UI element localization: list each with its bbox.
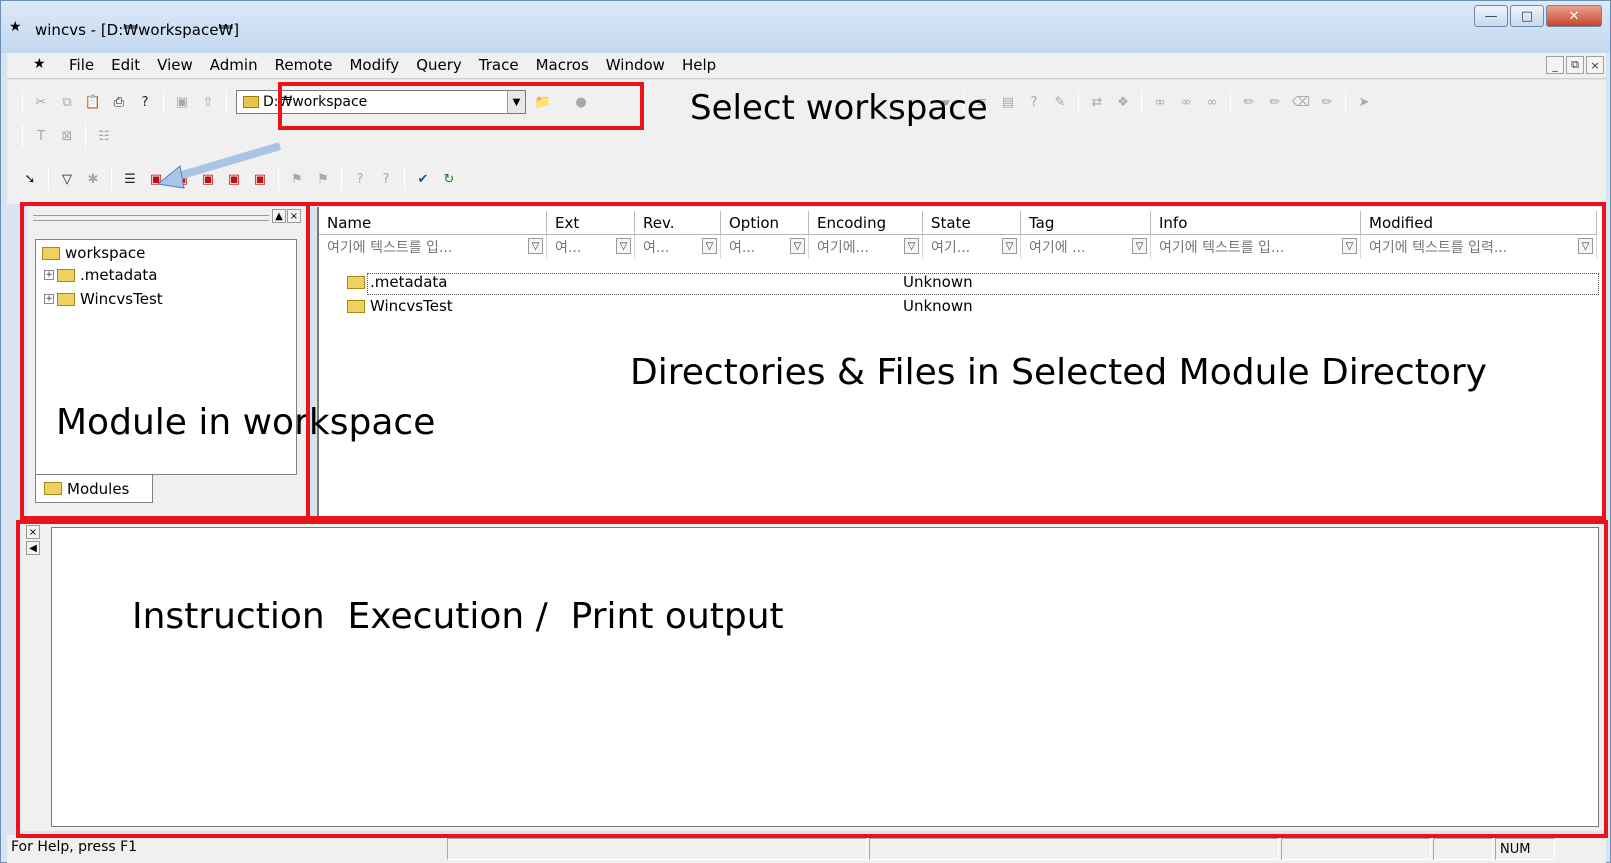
print-icon[interactable]: ⎙ [108, 91, 130, 113]
mdi-close-button[interactable]: × [1586, 56, 1604, 74]
annotation-directories-files: Directories & Files in Selected Module D… [630, 352, 1487, 393]
copy-icon[interactable]: ⧉ [56, 91, 78, 113]
arrow-icon[interactable]: ➘ [19, 168, 41, 190]
window-title: wincvs - [D:₩workspace₩] [35, 21, 240, 39]
status-num: NUM [1495, 838, 1555, 860]
annotation-select-workspace: Select workspace [690, 88, 988, 128]
status-cell [1281, 838, 1431, 860]
menu-modify[interactable]: Modify [349, 56, 399, 74]
status-cell [869, 838, 1279, 860]
annotate-icon[interactable]: ✎ [1049, 91, 1071, 113]
browse-icon[interactable]: ▣ [171, 91, 193, 113]
annotation-box-workspace [278, 82, 644, 130]
unedit-icon[interactable]: ✏ [1264, 91, 1286, 113]
refresh-icon[interactable]: ↻ [438, 168, 460, 190]
folder-icon [243, 96, 259, 108]
menu-window[interactable]: Window [606, 56, 665, 74]
menu-trace[interactable]: Trace [479, 56, 519, 74]
close-button[interactable]: ✕ [1546, 5, 1602, 27]
list-icon[interactable]: ☰ [119, 168, 141, 190]
filter-icon[interactable]: ▽ [56, 168, 78, 190]
help-icon[interactable]: ? [134, 91, 156, 113]
annotation-instruction-output: Instruction Execution / Print output [132, 596, 784, 637]
status-help-text: For Help, press F1 [11, 839, 138, 855]
minimize-button[interactable]: — [1474, 5, 1508, 27]
editors-icon[interactable]: ✏ [1316, 91, 1338, 113]
close-file-icon[interactable]: ⊠ [56, 125, 78, 147]
menu-bar: ★ File Edit View Admin Remote Modify Query Trac… [7, 53, 1606, 79]
menu-remote[interactable]: Remote [275, 56, 333, 74]
annotation-arrow-icon [156, 142, 282, 189]
status-cell [1433, 838, 1493, 860]
graph-icon[interactable]: ❖ [1112, 91, 1134, 113]
watchers-icon[interactable]: ∞ [1201, 91, 1223, 113]
diff-icon[interactable]: ⇄ [1086, 91, 1108, 113]
menu-macros[interactable]: Macros [536, 56, 589, 74]
status-bar: For Help, press F1 NUM [7, 835, 1606, 863]
paste-icon[interactable]: 📋 [82, 91, 104, 113]
menu-admin[interactable]: Admin [210, 56, 258, 74]
menu-help[interactable]: Help [682, 56, 716, 74]
search-clear-icon[interactable]: ? [375, 168, 397, 190]
edit-icon[interactable]: ✏ [1238, 91, 1260, 113]
mdi-minimize-button[interactable]: _ [1546, 56, 1564, 74]
up-folder-icon[interactable]: ⇧ [197, 91, 219, 113]
watch-off-icon[interactable]: ∞ [1175, 91, 1197, 113]
watch-on-icon[interactable]: ∞ [1149, 91, 1171, 113]
properties-icon[interactable]: ▤ [997, 91, 1019, 113]
search-icon[interactable]: ? [349, 168, 371, 190]
annotation-box-module [20, 202, 310, 520]
check-icon[interactable]: ✔ [412, 168, 434, 190]
asterisk-icon[interactable]: ✱ [82, 168, 104, 190]
menu-view[interactable]: View [157, 56, 193, 74]
title-bar: ★ wincvs - [D:₩workspace₩] — □ ✕ [1, 1, 1610, 53]
untag-icon[interactable]: ⚑ [312, 168, 334, 190]
document-icon[interactable]: ★ [33, 56, 46, 72]
mdi-restore-button[interactable]: ⧉ [1566, 56, 1584, 74]
cut-icon[interactable]: ✂ [30, 91, 52, 113]
menu-edit[interactable]: Edit [111, 56, 140, 74]
query-icon[interactable]: ? [1023, 91, 1045, 113]
menu-file[interactable]: File [69, 56, 94, 74]
erase-icon[interactable]: ⌫ [1290, 91, 1312, 113]
menu-query[interactable]: Query [416, 56, 462, 74]
tree-icon[interactable]: ☷ [93, 125, 115, 147]
text-icon[interactable]: T [30, 125, 52, 147]
app-icon: ★ [9, 19, 22, 35]
maximize-button[interactable]: □ [1510, 5, 1544, 27]
status-cell [447, 838, 867, 860]
run-icon[interactable]: ➤ [1353, 91, 1375, 113]
annotation-box-output [16, 520, 1608, 838]
